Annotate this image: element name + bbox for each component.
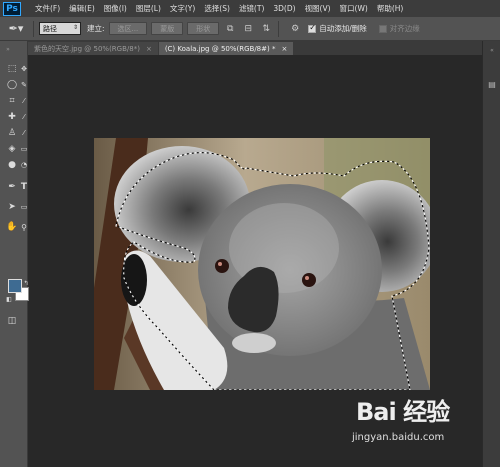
close-icon[interactable]: × bbox=[281, 45, 287, 53]
menu-type[interactable]: 文字(Y) bbox=[170, 3, 195, 14]
divider bbox=[278, 20, 280, 37]
menu-3d[interactable]: 3D(D) bbox=[273, 4, 295, 13]
updown-arrows-icon: ⇕ bbox=[72, 24, 78, 31]
make-shape-button[interactable]: 形状 bbox=[187, 22, 220, 35]
path-arrangement-icon[interactable]: ⇅ bbox=[259, 22, 273, 36]
hand-tool-icon[interactable]: ✋ bbox=[6, 221, 18, 233]
pen-tool-icon[interactable]: ✒ bbox=[6, 181, 18, 193]
close-icon[interactable]: × bbox=[146, 45, 152, 53]
align-edges-label: 对齐边缘 bbox=[389, 24, 420, 33]
pen-tool-preset-icon[interactable]: ✒▾ bbox=[4, 20, 28, 38]
collapse-arrows-icon[interactable]: « bbox=[487, 45, 497, 55]
menu-file[interactable]: 文件(F) bbox=[35, 3, 60, 14]
right-panel-dock: « ▤ bbox=[482, 41, 500, 467]
path-alignment-icon[interactable]: ⊟ bbox=[241, 22, 255, 36]
koala-photo bbox=[94, 138, 430, 390]
path-operations-icon[interactable]: ⧉ bbox=[223, 22, 237, 36]
divider bbox=[33, 20, 34, 37]
auto-add-delete-checkbox[interactable] bbox=[308, 23, 317, 33]
clone-stamp-tool-icon[interactable]: ♙ bbox=[6, 127, 18, 139]
path-selection-tool-icon[interactable]: ➤ bbox=[6, 201, 18, 213]
photoshop-window: Ps 文件(F) 编辑(E) 图像(I) 图层(L) 文字(Y) 选择(S) 滤… bbox=[0, 0, 500, 467]
pen-mode-value: 路径 bbox=[43, 24, 57, 33]
panel-toggle-icon[interactable]: ▤ bbox=[487, 79, 497, 89]
menu-edit[interactable]: 编辑(E) bbox=[69, 3, 95, 14]
make-label: 建立: bbox=[87, 24, 105, 33]
menu-bar: Ps 文件(F) 编辑(E) 图像(I) 图层(L) 文字(Y) 选择(S) 滤… bbox=[0, 0, 500, 17]
menu-select[interactable]: 选择(S) bbox=[204, 3, 230, 14]
tab-purple-sky[interactable]: 紫色的天空.jpg @ 50%(RGB/8*) × bbox=[28, 42, 158, 55]
menu-view[interactable]: 视图(V) bbox=[305, 3, 331, 14]
pen-mode-select[interactable]: 路径 ⇕ bbox=[39, 22, 81, 35]
options-bar: ✒▾ 路径 ⇕ 建立: 选区... 蒙版 形状 ⧉ ⊟ ⇅ ⚙ 自动添加/删除 … bbox=[0, 17, 500, 41]
tab-label: (C) Koala.jpg @ 50%(RGB/8#) * bbox=[164, 44, 276, 53]
quick-mask-icon[interactable]: ◫ bbox=[6, 315, 18, 327]
menu-help[interactable]: 帮助(H) bbox=[377, 3, 404, 14]
auto-add-delete-label: 自动添加/删除 bbox=[319, 24, 367, 33]
eraser-tool-icon[interactable]: ◈ bbox=[6, 143, 18, 155]
document-tab-bar: 紫色的天空.jpg @ 50%(RGB/8*) × (C) Koala.jpg … bbox=[28, 41, 482, 55]
menu-layer[interactable]: 图层(L) bbox=[136, 3, 161, 14]
crop-tool-icon[interactable]: ⌗ bbox=[6, 95, 18, 107]
lasso-tool-icon[interactable]: ◯ bbox=[6, 79, 18, 91]
menu-image[interactable]: 图像(I) bbox=[104, 3, 127, 14]
make-selection-button[interactable]: 选区... bbox=[108, 22, 148, 35]
collapse-arrows-icon[interactable]: » bbox=[2, 43, 14, 55]
watermark-url: jingyan.baidu.com bbox=[352, 432, 445, 443]
ps-logo: Ps bbox=[3, 1, 21, 16]
marquee-tool-icon[interactable]: ⬚ bbox=[6, 63, 18, 75]
menu-filter[interactable]: 滤镜(T) bbox=[239, 3, 264, 14]
gear-icon[interactable]: ⚙ bbox=[288, 22, 302, 36]
make-mask-button[interactable]: 蒙版 bbox=[151, 22, 184, 35]
spot-healing-tool-icon[interactable]: ✚ bbox=[6, 111, 18, 123]
tab-label: 紫色的天空.jpg @ 50%(RGB/8*) bbox=[34, 44, 140, 53]
tools-panel: » ⬚ ◯ ⌗ ✚ ♙ ◈ ● ✒ ➤ ✋ ✥ ✎ ⁄ ⁄ ⁄ ▭ ◔ T ▭ … bbox=[0, 41, 29, 467]
menu-window[interactable]: 窗口(W) bbox=[340, 3, 368, 14]
baidu-jingyan-logo: Bai 经验 bbox=[356, 398, 450, 426]
align-edges-checkbox[interactable] bbox=[378, 24, 387, 33]
baidu-watermark: Bai 经验 jingyan.baidu.com bbox=[352, 392, 472, 452]
default-colors-icon[interactable]: ◧ bbox=[3, 293, 15, 305]
koala-image[interactable] bbox=[94, 138, 430, 390]
tab-koala[interactable]: (C) Koala.jpg @ 50%(RGB/8#) * × bbox=[158, 42, 294, 55]
blur-tool-icon[interactable]: ● bbox=[6, 159, 18, 171]
